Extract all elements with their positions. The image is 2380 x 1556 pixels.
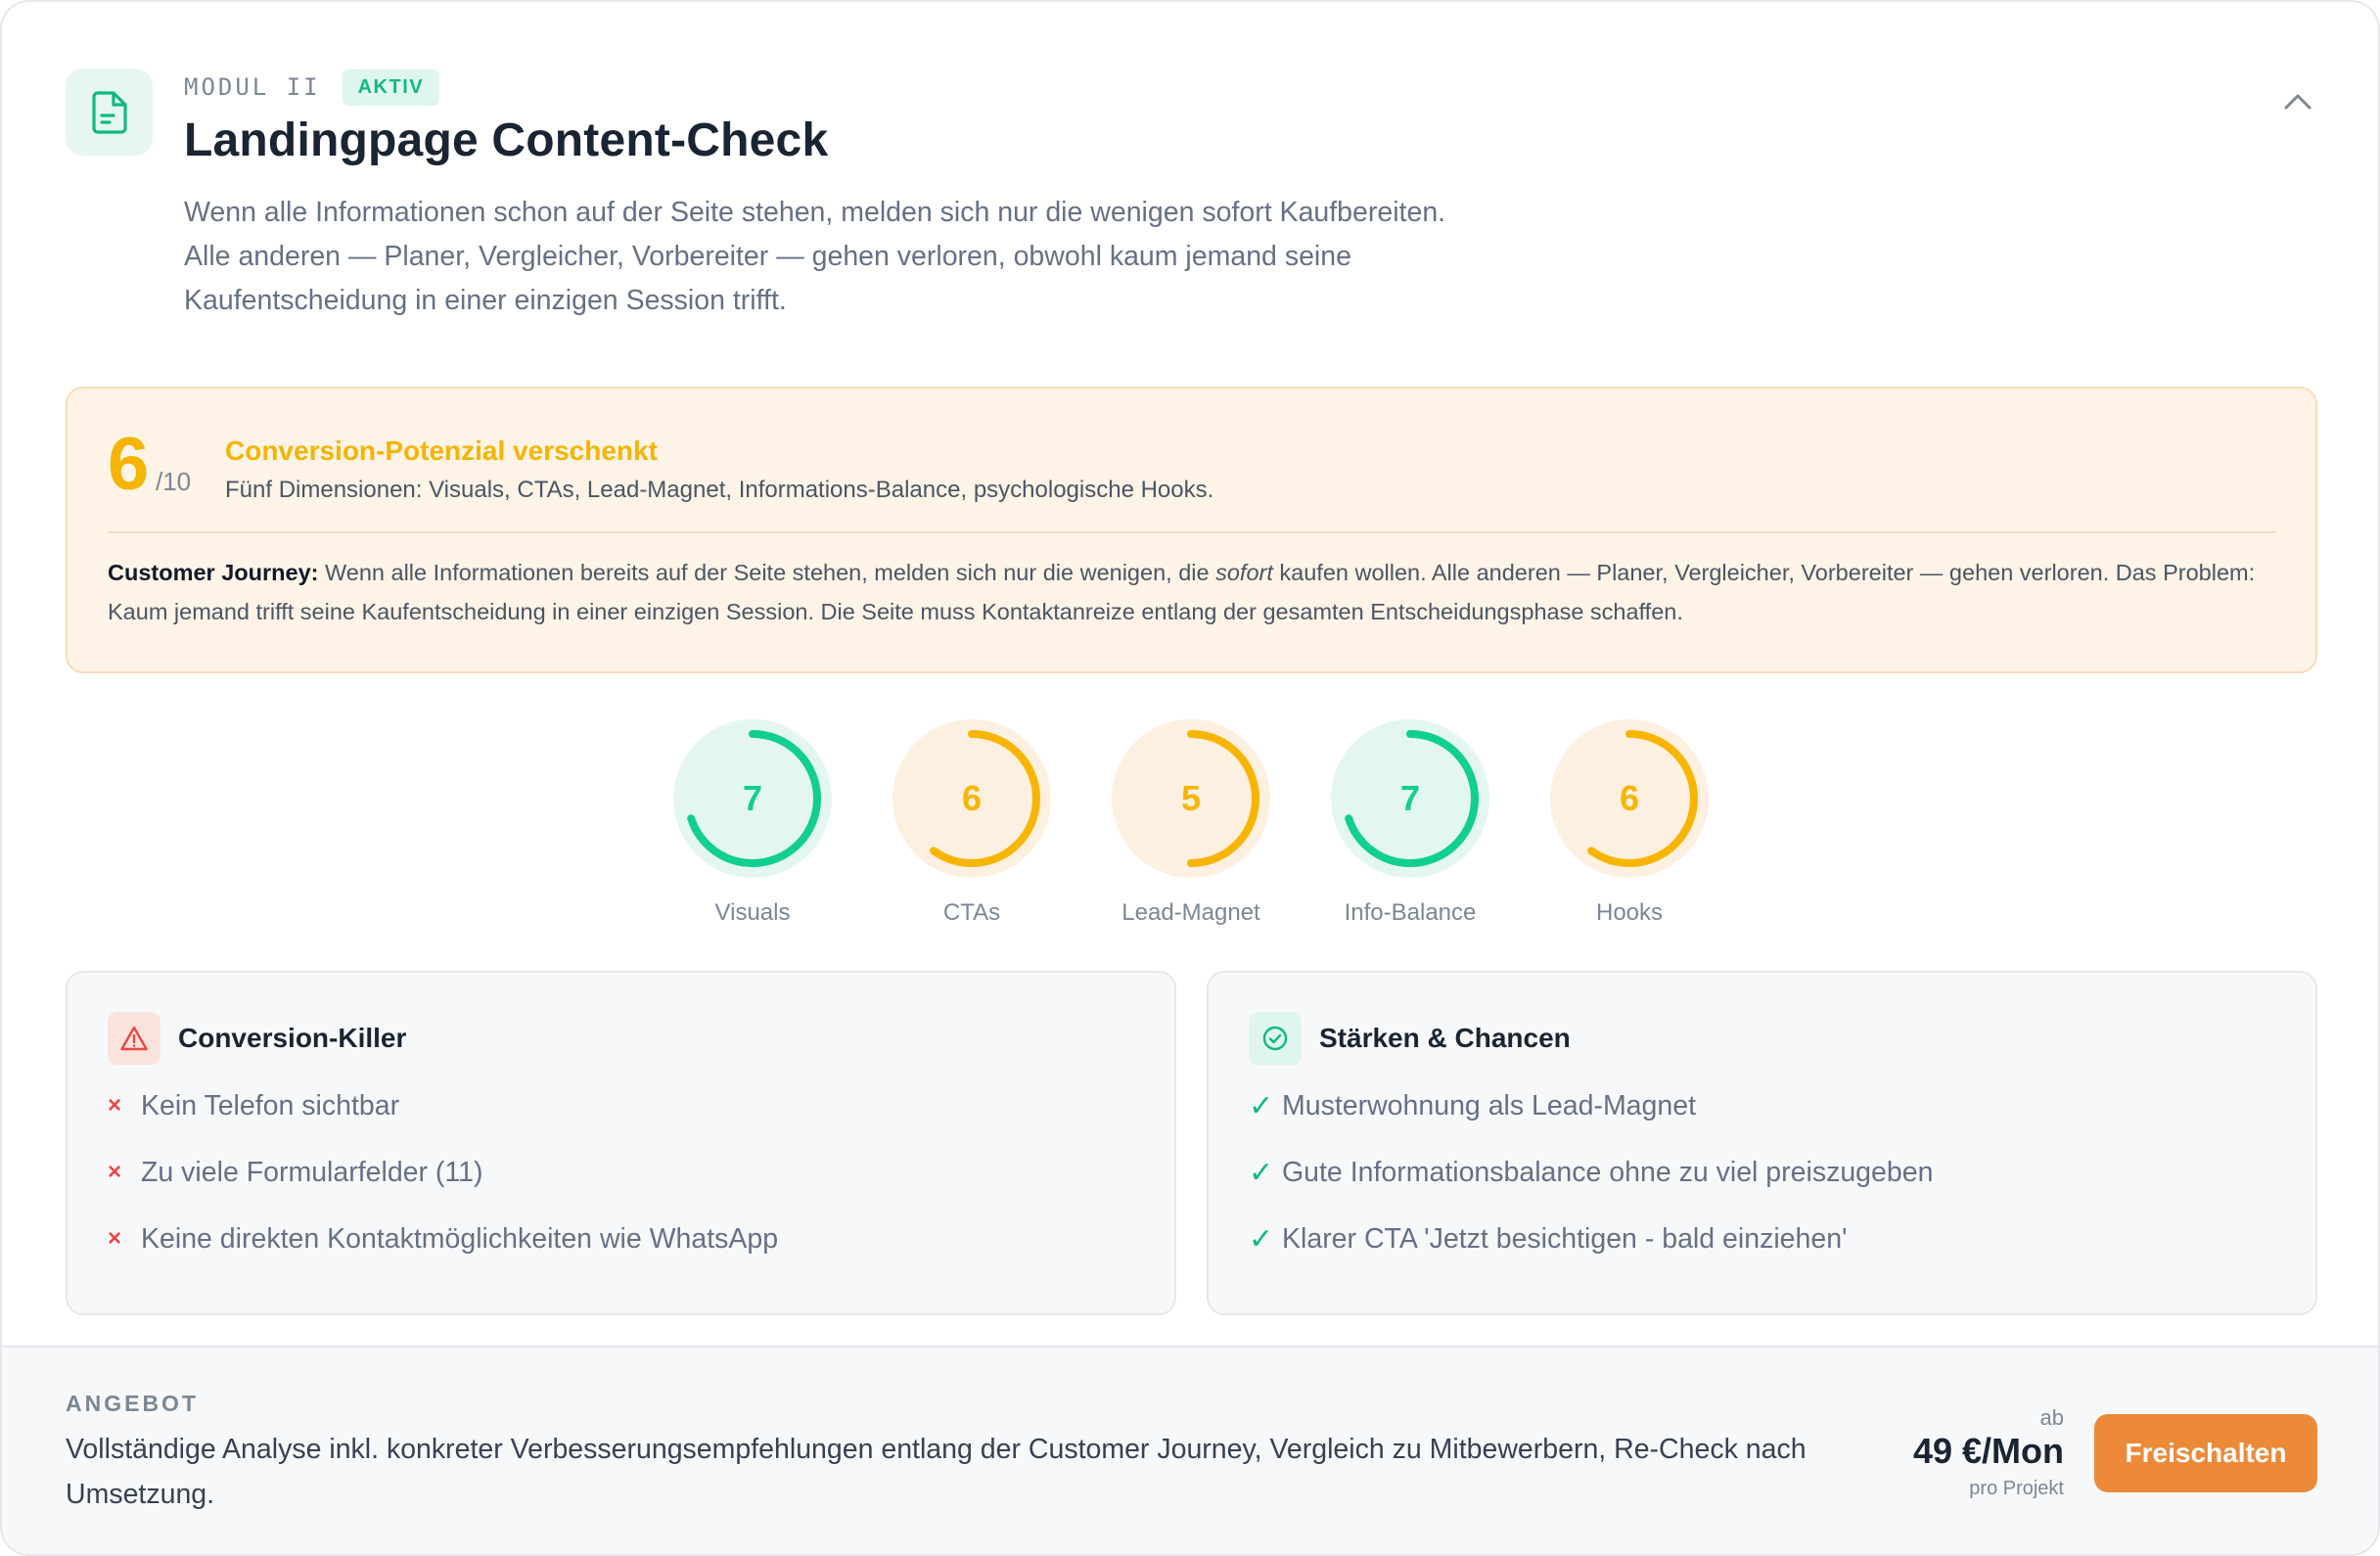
killer-text: Kein Telefon sichtbar [141, 1089, 400, 1121]
gauge-info-balance: 7 Info-Balance [1327, 719, 1493, 927]
customer-journey-text: Customer Journey: Wenn alle Informatione… [108, 553, 2280, 631]
dimension-gauges: 7 Visuals 6 CTAs 5 Lead-Magnet 7 Info-Balance 6 H… [2, 719, 2378, 927]
conversion-killer-box: Conversion-Killer × Kein Telefon sichtbar… [66, 971, 1176, 1315]
module-card: MODUL II AKTIV Landingpage Content-Check… [0, 0, 2380, 1556]
journey-emphasis: sofort [1215, 560, 1273, 585]
offer-footer: ANGEBOT Vollständige Analyse inkl. konkr… [2, 1346, 2378, 1554]
x-mark-icon: × [108, 1092, 122, 1119]
conversion-killer-list: × Kein Telefon sichtbar × Zu viele Formula… [108, 1073, 778, 1272]
gauge-lead-magnet: 5 Lead-Magnet [1108, 719, 1274, 927]
list-item: ✓ Musterwohnung als Lead-Magnet [1249, 1073, 1933, 1139]
score-value: 6 [108, 423, 150, 506]
check-mark-icon: ✓ [1249, 1222, 1274, 1256]
check-mark-icon: ✓ [1249, 1156, 1274, 1189]
warning-triangle-icon [108, 1012, 160, 1065]
offer-label: ANGEBOT [66, 1391, 199, 1416]
conversion-killer-header: Conversion-Killer [108, 1012, 406, 1065]
gauge-value: 6 [1619, 778, 1640, 818]
gauge-label: Lead-Magnet [1121, 899, 1260, 926]
list-item: × Zu viele Formularfelder (11) [108, 1139, 778, 1206]
offer-description: Vollständige Analyse inkl. konkreter Ver… [66, 1434, 1807, 1510]
strengths-header: Stärken & Chancen [1249, 1012, 1571, 1065]
price-prefix: ab [2039, 1405, 2064, 1430]
gauge-label: Info-Balance [1344, 899, 1477, 926]
status-badge: AKTIV [342, 69, 440, 106]
chevron-up-icon [2284, 94, 2311, 110]
gauge-ctas: 6 CTAs [889, 719, 1055, 927]
score-max: /10 [156, 467, 192, 496]
check-circle-icon [1249, 1012, 1302, 1065]
price: 49 €/Mon [1912, 1431, 2064, 1471]
gauge-value: 6 [961, 778, 983, 818]
killer-text: Keine direkten Kontaktmöglichkeiten wie … [141, 1222, 779, 1255]
strength-text: Klarer CTA 'Jetzt besichtigen - bald ein… [1282, 1222, 1848, 1255]
module-number: MODUL II [184, 73, 321, 101]
score-panel: 6 /10 Conversion-Potenzial verschenkt Fü… [66, 387, 2317, 673]
unlock-button[interactable]: Freischalten [2094, 1414, 2317, 1492]
x-mark-icon: × [108, 1159, 122, 1185]
list-item: ✓ Klarer CTA 'Jetzt besichtigen - bald ei… [1249, 1206, 1933, 1272]
conversion-killer-title: Conversion-Killer [178, 1023, 407, 1053]
list-item: × Keine direkten Kontaktmöglichkeiten wie… [108, 1206, 778, 1272]
strength-text: Gute Informationsbalance ohne zu viel pr… [1282, 1156, 1934, 1188]
list-item: ✓ Gute Informationsbalance ohne zu viel p… [1249, 1139, 1933, 1206]
document-icon [66, 69, 153, 156]
list-item: × Kein Telefon sichtbar [108, 1073, 778, 1139]
journey-text-1: Wenn alle Informationen bereits auf der … [325, 560, 1210, 585]
strengths-list: ✓ Musterwohnung als Lead-Magnet ✓ Gute Inf… [1249, 1073, 1933, 1272]
strength-text: Musterwohnung als Lead-Magnet [1282, 1089, 1697, 1121]
score-heading: Conversion-Potenzial verschenkt [225, 435, 658, 466]
x-mark-icon: × [108, 1225, 122, 1252]
gauge-value: 7 [742, 778, 763, 818]
strengths-box: Stärken & Chancen ✓ Musterwohnung als Lea… [1207, 971, 2317, 1315]
score-subtitle: Fünf Dimensionen: Visuals, CTAs, Lead-Ma… [225, 477, 1214, 503]
divider [108, 531, 2275, 533]
gauge-visuals: 7 Visuals [669, 719, 836, 927]
gauge-label: CTAs [942, 899, 1001, 926]
killer-text: Zu viele Formularfelder (11) [141, 1156, 483, 1188]
price-unit: pro Projekt [1969, 1478, 2064, 1499]
gauge-value: 7 [1399, 778, 1421, 818]
module-eyebrow: MODUL II AKTIV [184, 69, 440, 106]
gauge-value: 5 [1180, 778, 1202, 818]
strengths-title: Stärken & Chancen [1319, 1023, 1571, 1053]
gauge-hooks: 6 Hooks [1546, 719, 1713, 927]
collapse-button[interactable] [2276, 80, 2319, 123]
check-mark-icon: ✓ [1249, 1089, 1274, 1122]
gauge-label: Hooks [1595, 899, 1664, 926]
intro-text: Wenn alle Informationen schon auf der Se… [184, 197, 1446, 316]
journey-label: Customer Journey: [108, 560, 319, 585]
page-title: Landingpage Content-Check [184, 114, 829, 166]
gauge-label: Visuals [714, 899, 791, 926]
